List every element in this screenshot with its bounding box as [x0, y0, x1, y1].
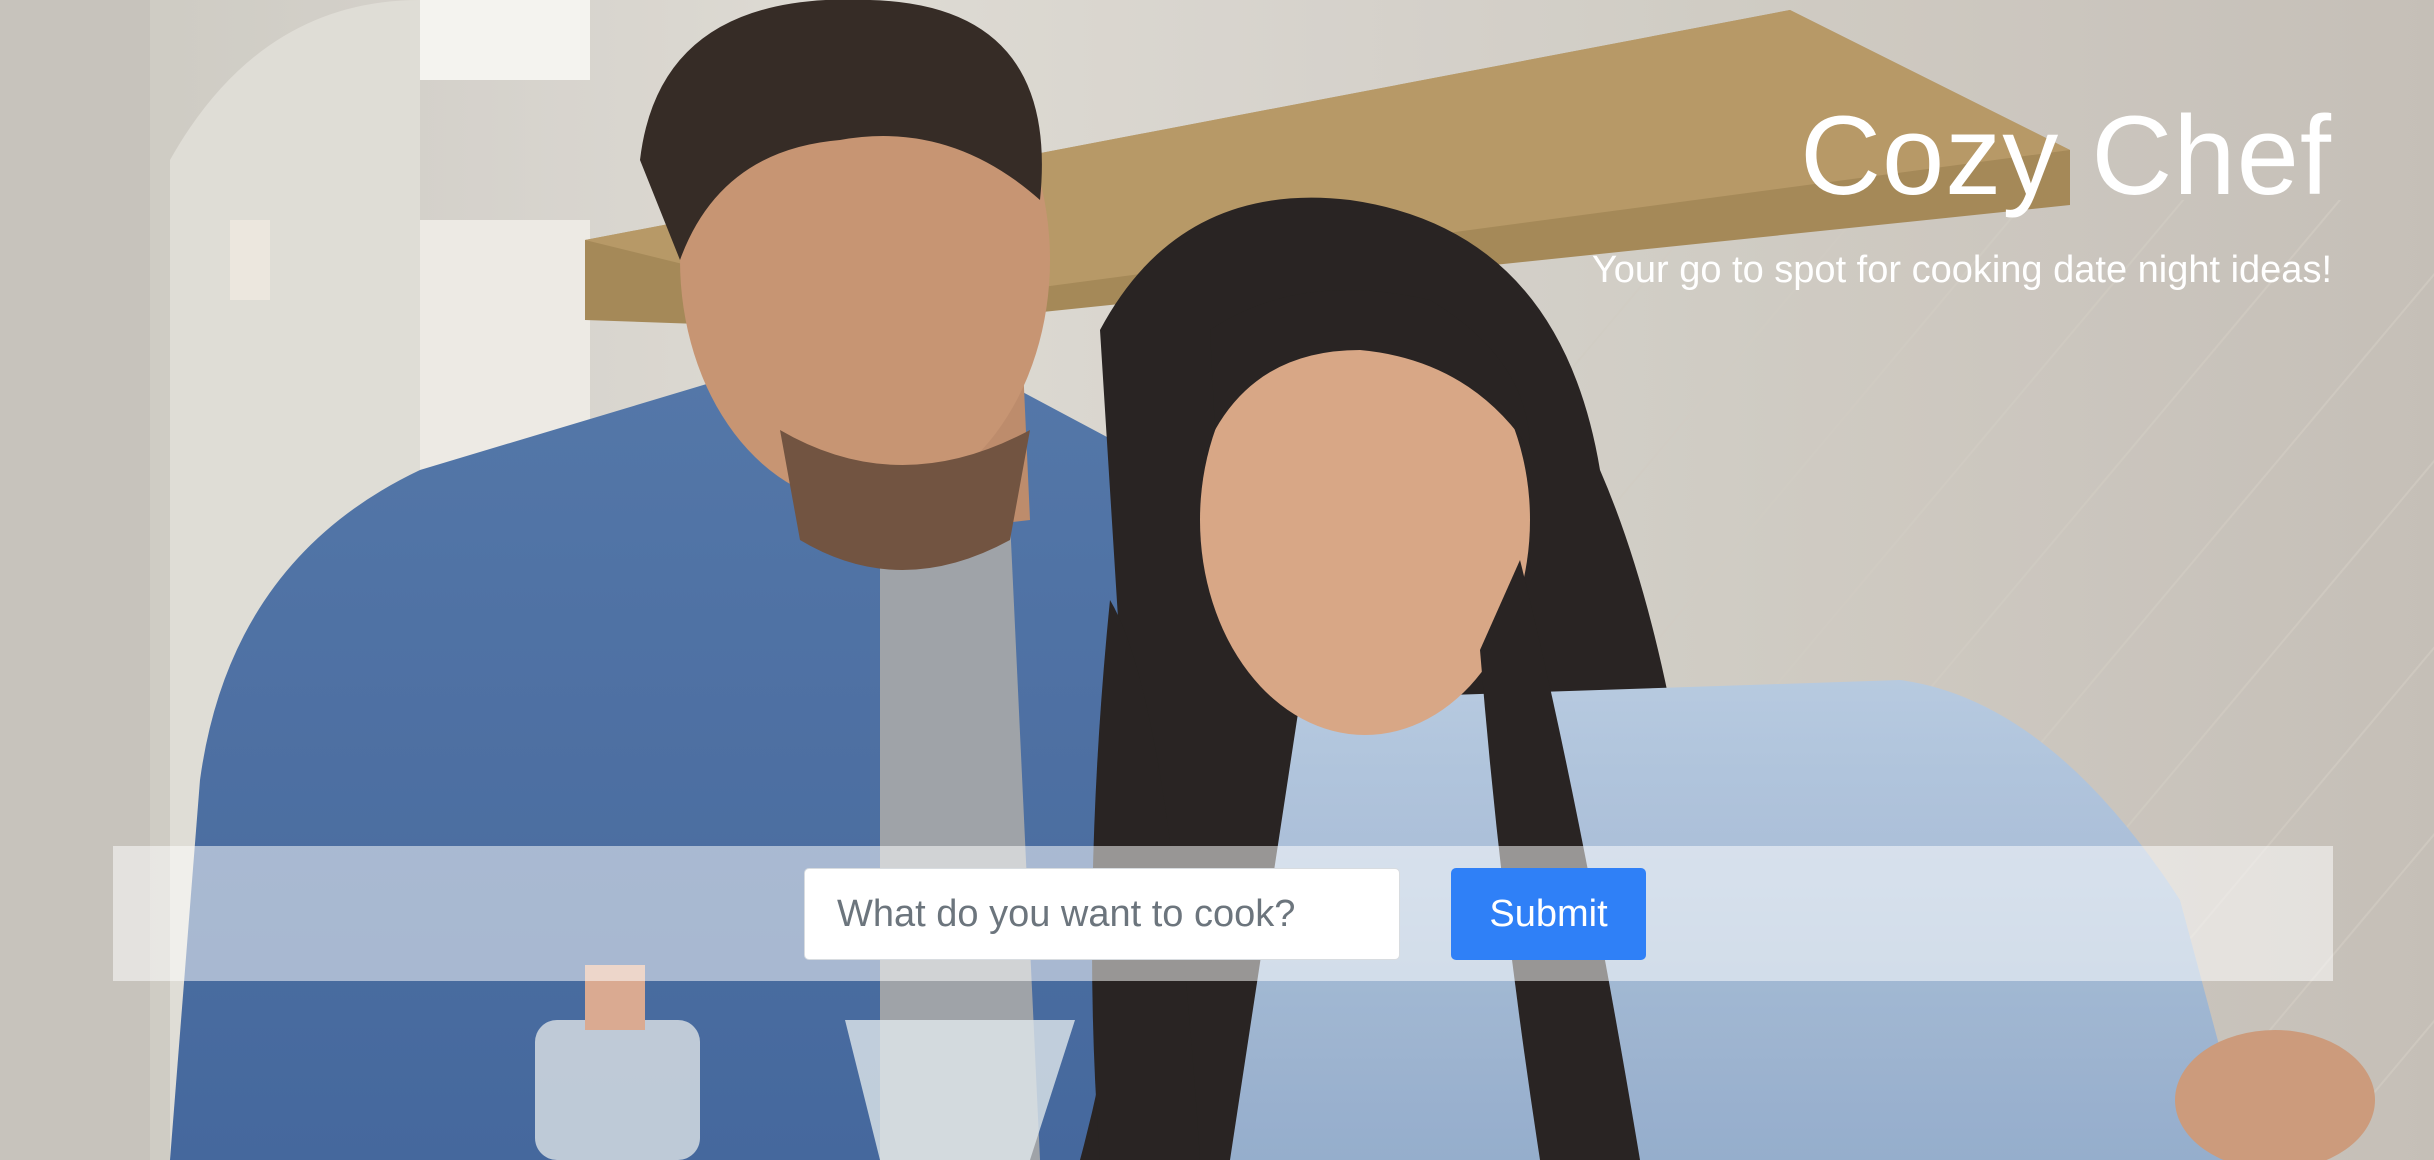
site-tagline: Your go to spot for cooking date night i…: [1591, 249, 2332, 291]
submit-button[interactable]: Submit: [1451, 868, 1646, 960]
hero-section: Cozy Chef Your go to spot for cooking da…: [0, 0, 2434, 1160]
site-title: Cozy Chef: [1800, 93, 2332, 218]
recipe-search-input[interactable]: [804, 868, 1400, 960]
site-header: Cozy Chef Your go to spot for cooking da…: [1592, 88, 2332, 294]
